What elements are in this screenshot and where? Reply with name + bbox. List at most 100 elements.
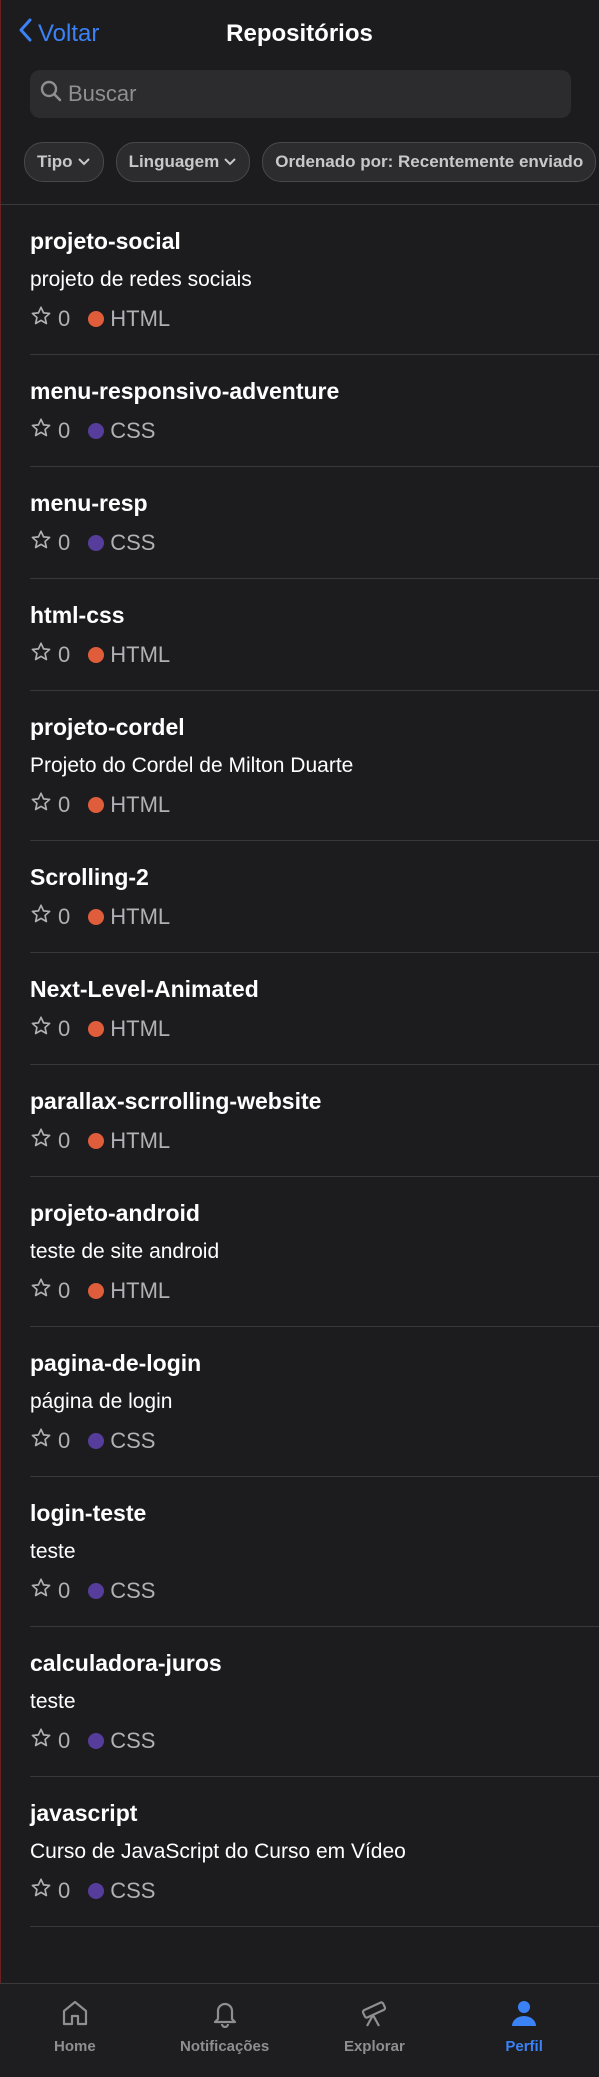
star-icon [30,641,52,669]
language-color-dot [88,1883,105,1899]
repo-description: Projeto do Cordel de Milton Duarte [30,754,354,777]
star-icon [30,1577,52,1605]
nav-header: Voltar Repositórios [0,0,599,70]
repo-language: HTML [110,1278,171,1303]
star-icon [30,1727,52,1755]
star-count: 0 [58,1728,71,1753]
tab-notifications[interactable]: Notificações [150,1984,300,2077]
repo-name: menu-responsivo-adventure [30,378,340,404]
language-color-dot [88,1021,105,1037]
repo-name: Next-Level-Animated [30,976,259,1002]
repo-name: html-css [30,602,125,628]
tab-home[interactable]: Home [0,1984,150,2077]
chevron-down-icon [219,152,237,172]
star-count: 0 [58,1278,71,1303]
star-count: 0 [58,1578,71,1603]
repo-language: CSS [110,418,156,443]
repo-list-item[interactable]: Next-Level-Animated 0 HTML [0,953,599,1065]
repo-meta: 0 CSS [30,1727,599,1755]
bell-icon [210,1998,240,2038]
star-icon [30,1877,52,1905]
filter-bar: Tipo Linguagem Ordenado por: Recentement… [24,142,599,182]
language-color-dot [88,423,105,439]
language-color-dot [88,1583,105,1599]
language-color-dot [88,1733,105,1749]
repo-description: Curso de JavaScript do Curso em Vídeo [30,1840,406,1863]
repo-name: projeto-android [30,1200,200,1226]
language-color-dot [88,797,105,813]
star-icon [30,529,52,557]
star-icon [30,1015,52,1043]
repo-list-item[interactable]: projeto-social projeto de redes sociais 0 H… [0,205,599,355]
tab-bar: Home Notificações Explorar Perfil [0,1983,599,2077]
tab-profile[interactable]: Perfil [449,1984,599,2077]
repo-meta: 0 HTML [30,305,599,333]
repo-language: HTML [110,642,171,667]
star-count: 0 [58,1016,71,1041]
repo-list-item[interactable]: projeto-android teste de site android 0 HTM… [0,1177,599,1327]
tab-explore[interactable]: Explorar [300,1984,450,2077]
repo-meta: 0 HTML [30,1127,599,1155]
repo-name: Scrolling-2 [30,864,149,890]
repo-list-item[interactable]: javascript Curso de JavaScript do Curso e… [0,1777,599,1927]
repo-meta: 0 HTML [30,791,599,819]
repo-list-item[interactable]: projeto-cordel Projeto do Cordel de Milto… [0,691,599,841]
language-color-dot [88,311,105,327]
repo-language: CSS [110,530,156,555]
chevron-down-icon [73,152,91,172]
repository-list: projeto-social projeto de redes sociais 0 H… [0,205,599,1927]
repo-meta: 0 HTML [30,1277,599,1305]
filter-sort-label: Ordenado por: Recentemente enviado [275,152,584,171]
repo-meta: 0 CSS [30,1577,599,1605]
star-icon [30,1277,52,1305]
repo-list-item[interactable]: calculadora-juros teste 0 CSS [0,1627,599,1777]
filter-language-label: Linguagem [128,152,220,171]
repo-meta: 0 HTML [30,641,599,669]
telescope-icon [357,1998,391,2038]
repo-meta: 0 CSS [30,417,599,445]
repo-list-item[interactable]: parallax-scrrolling-website 0 HTML [0,1065,599,1177]
language-color-dot [88,1433,105,1449]
repo-list-item[interactable]: Scrolling-2 0 HTML [0,841,599,953]
star-count: 0 [58,418,71,443]
star-count: 0 [58,904,71,929]
filter-type[interactable]: Tipo [24,142,104,182]
repo-name: javascript [30,1800,138,1826]
filter-sort[interactable]: Ordenado por: Recentemente enviado [262,142,597,182]
repo-name: pagina-de-login [30,1350,202,1376]
star-count: 0 [58,1428,71,1453]
repo-list-item[interactable]: html-css 0 HTML [0,579,599,691]
repo-meta: 0 HTML [30,903,599,931]
repo-description: teste [30,1540,76,1563]
repo-list-item[interactable]: menu-responsivo-adventure 0 CSS [0,355,599,467]
repo-language: CSS [110,1578,156,1603]
repo-meta: 0 CSS [30,1877,599,1905]
repo-name: login-teste [30,1500,147,1526]
repo-language: CSS [110,1428,156,1453]
repo-description: teste de site android [30,1240,220,1263]
search-input[interactable]: Buscar [30,70,571,118]
star-count: 0 [58,1878,71,1903]
filter-language[interactable]: Linguagem [115,142,251,182]
filter-type-label: Tipo [37,152,73,171]
repo-meta: 0 CSS [30,529,599,557]
repo-language: HTML [110,792,171,817]
tab-home-label: Home [54,2038,96,2055]
star-icon [30,1127,52,1155]
star-count: 0 [58,306,71,331]
repo-name: menu-resp [30,490,148,516]
tab-profile-label: Perfil [505,2038,543,2055]
search-icon [30,80,68,108]
language-color-dot [88,1283,105,1299]
repo-description: projeto de redes sociais [30,268,252,291]
repo-list-item[interactable]: menu-resp 0 CSS [0,467,599,579]
repo-language: HTML [110,904,171,929]
repo-list-item[interactable]: pagina-de-login página de login 0 CSS [0,1327,599,1477]
star-icon [30,1427,52,1455]
repo-meta: 0 CSS [30,1427,599,1455]
home-icon [60,1998,90,2038]
repo-name: projeto-cordel [30,714,185,740]
star-count: 0 [58,792,71,817]
language-color-dot [88,909,105,925]
repo-list-item[interactable]: login-teste teste 0 CSS [0,1477,599,1627]
